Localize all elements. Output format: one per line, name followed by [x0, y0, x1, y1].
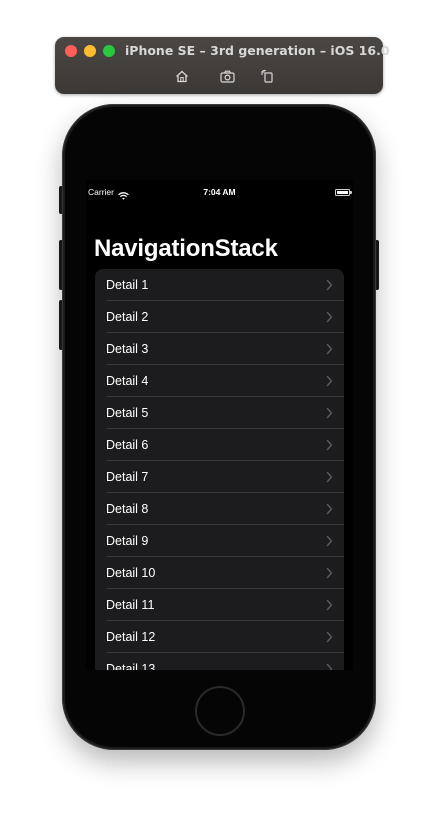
- list-item-label: Detail 10: [106, 566, 156, 580]
- battery-tip: [350, 191, 352, 194]
- chevron-right-icon: [326, 567, 333, 579]
- list-item-label: Detail 5: [106, 406, 149, 420]
- chevron-right-icon: [326, 503, 333, 515]
- list-item[interactable]: Detail 6: [95, 429, 344, 461]
- list-item-label: Detail 1: [106, 278, 149, 292]
- battery-icon: [335, 189, 350, 196]
- list-item-label: Detail 6: [106, 438, 149, 452]
- list-item-label: Detail 8: [106, 502, 149, 516]
- screenshot-icon[interactable]: [218, 67, 236, 85]
- chevron-right-icon: [326, 471, 333, 483]
- chevron-right-icon: [326, 663, 333, 670]
- list-item[interactable]: Detail 2: [95, 301, 344, 333]
- device-screen: Carrier 7:04 AM NavigationStack Detail 1…: [86, 180, 353, 670]
- list-item[interactable]: Detail 3: [95, 333, 344, 365]
- list-item[interactable]: Detail 7: [95, 461, 344, 493]
- home-button[interactable]: [195, 686, 245, 736]
- list-item-label: Detail 12: [106, 630, 156, 644]
- list-item[interactable]: Detail 10: [95, 557, 344, 589]
- chevron-right-icon: [326, 439, 333, 451]
- status-time: 7:04 AM: [203, 187, 236, 197]
- rotate-icon[interactable]: [258, 67, 276, 85]
- chevron-right-icon: [326, 343, 333, 355]
- list-item-label: Detail 13: [106, 662, 156, 670]
- list-item[interactable]: Detail 9: [95, 525, 344, 557]
- list-item[interactable]: Detail 11: [95, 589, 344, 621]
- list-item[interactable]: Detail 5: [95, 397, 344, 429]
- list-item-label: Detail 9: [106, 534, 149, 548]
- chevron-right-icon: [326, 407, 333, 419]
- chevron-right-icon: [326, 311, 333, 323]
- chevron-right-icon: [326, 535, 333, 547]
- window-zoom-button[interactable]: [103, 45, 115, 57]
- window-minimize-button[interactable]: [84, 45, 96, 57]
- chevron-right-icon: [326, 375, 333, 387]
- list-item[interactable]: Detail 1: [95, 269, 344, 301]
- window-close-button[interactable]: [65, 45, 77, 57]
- list-item-label: Detail 3: [106, 342, 149, 356]
- list-item-label: Detail 2: [106, 310, 149, 324]
- list-item-label: Detail 11: [106, 598, 155, 612]
- simulator-title: iPhone SE – 3rd generation – iOS 16.0: [125, 43, 390, 58]
- list-item[interactable]: Detail 13: [95, 653, 344, 670]
- list-item-label: Detail 4: [106, 374, 149, 388]
- home-icon[interactable]: [173, 67, 191, 85]
- list-item[interactable]: Detail 12: [95, 621, 344, 653]
- simulator-title-bar: iPhone SE – 3rd generation – iOS 16.0: [55, 37, 390, 94]
- detail-list: Detail 1 Detail 2 Detail 3 Detail 4 Detail 5…: [95, 269, 344, 670]
- list-item[interactable]: Detail 8: [95, 493, 344, 525]
- chevron-right-icon: [326, 631, 333, 643]
- navigation-title: NavigationStack: [94, 235, 278, 262]
- list-item[interactable]: Detail 4: [95, 365, 344, 397]
- status-bar: Carrier 7:04 AM: [86, 180, 353, 204]
- chevron-right-icon: [326, 279, 333, 291]
- chevron-right-icon: [326, 599, 333, 611]
- list-item-label: Detail 7: [106, 470, 149, 484]
